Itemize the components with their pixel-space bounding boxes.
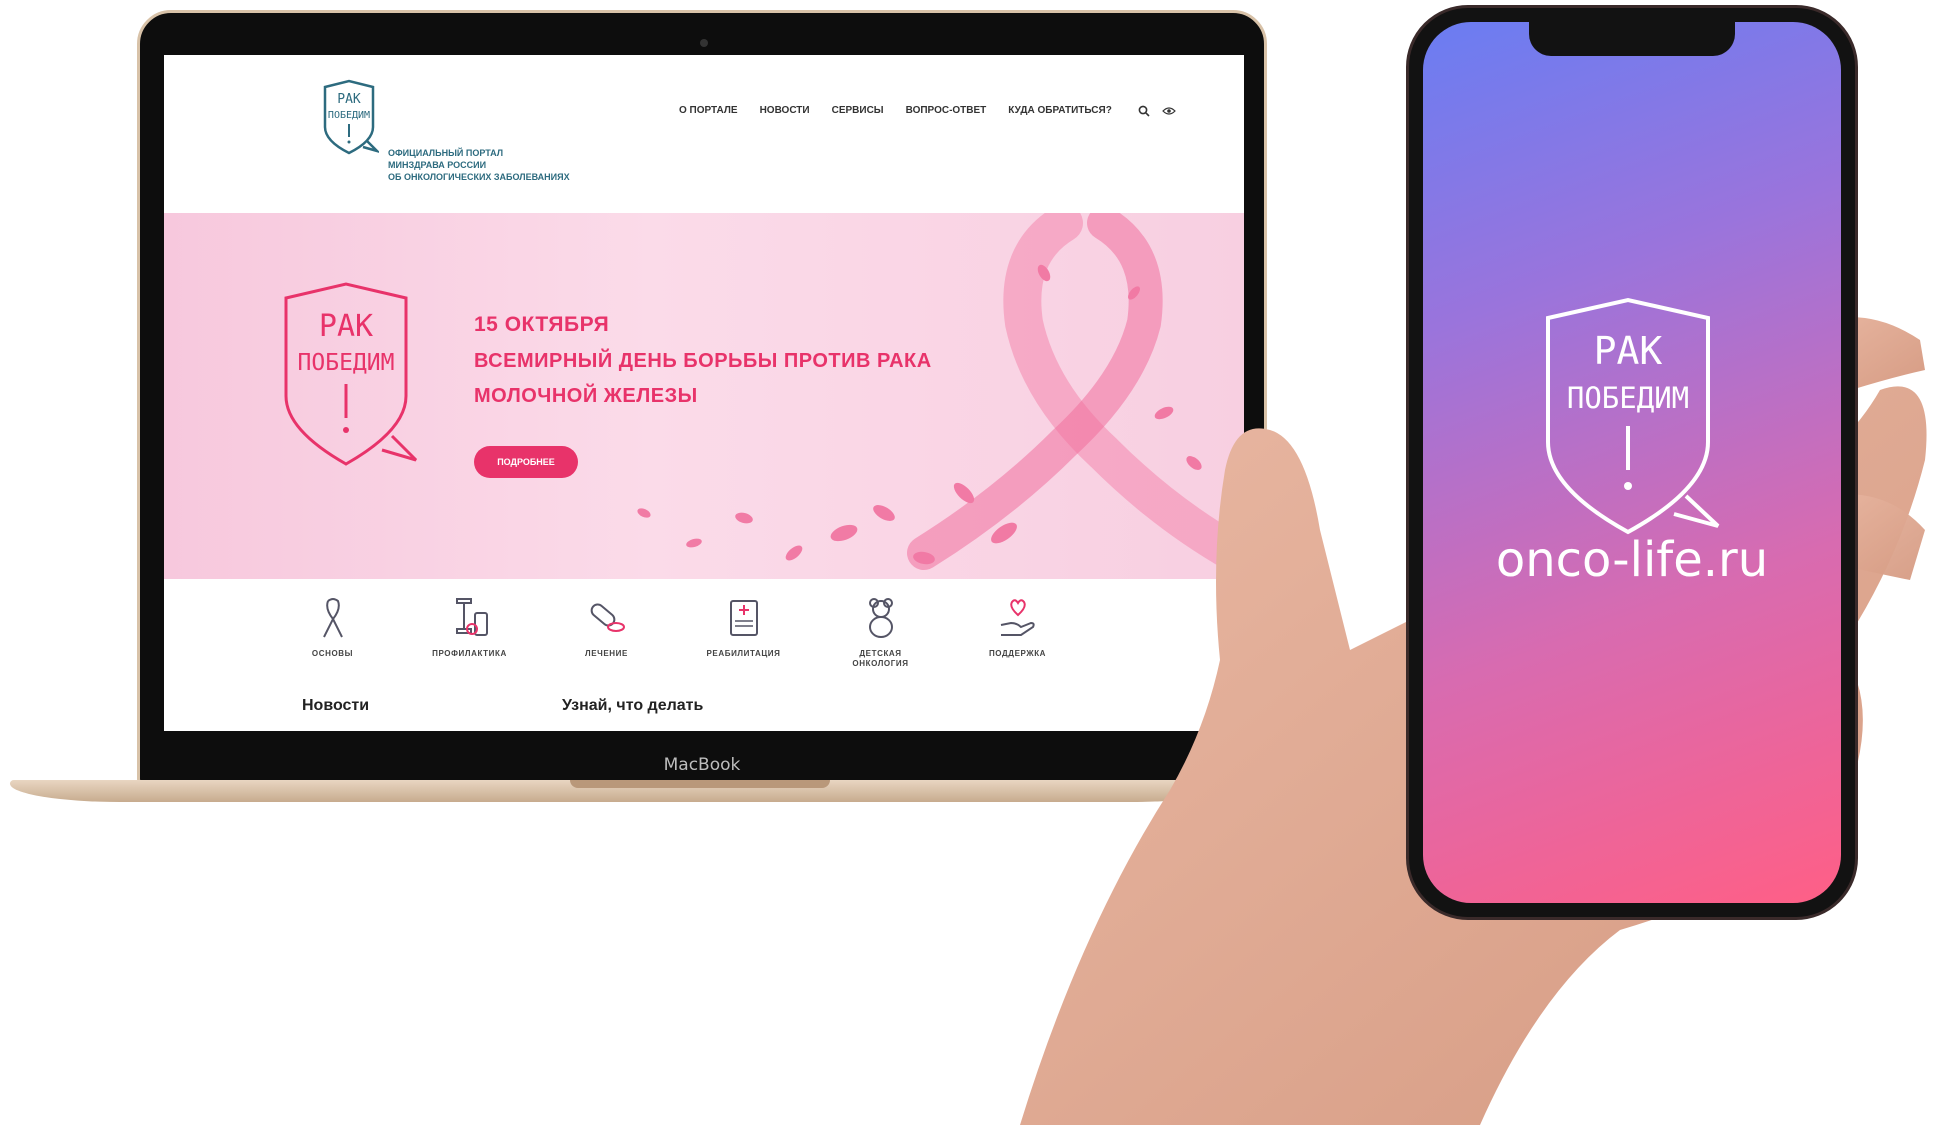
eye-icon[interactable] — [1162, 105, 1176, 117]
phone-logo: РАК ПОБЕДИМ — [1546, 297, 1720, 535]
category-label: ЛЕЧЕНИЕ — [585, 649, 628, 658]
category-pediatric-oncology[interactable]: ДЕТСКАЯ ОНКОЛОГИЯ — [812, 595, 949, 669]
category-label: ДЕТСКАЯ ОНКОЛОГИЯ — [852, 649, 909, 668]
dumbbell-icon — [455, 598, 488, 636]
nav-item-services[interactable]: СЕРВИСЫ — [832, 105, 884, 116]
hero-title-line2: МОЛОЧНОЙ ЖЕЛЕЗЫ — [474, 385, 698, 407]
ribbon-icon — [322, 598, 343, 638]
phone-notch — [1529, 22, 1735, 56]
laptop-base-notch — [570, 780, 830, 788]
phone: РАК ПОБЕДИМ onco-life.ru — [1406, 5, 1858, 920]
category-treatment[interactable]: ЛЕЧЕНИЕ — [538, 595, 675, 669]
teddy-bear-icon — [868, 598, 893, 638]
phone-screen: РАК ПОБЕДИМ onco-life.ru — [1423, 22, 1841, 903]
category-rehabilitation[interactable]: РЕАБИЛИТАЦИЯ — [675, 595, 812, 669]
tagline-line: ОФИЦИАЛЬНЫЙ ПОРТАЛ — [388, 148, 504, 158]
site-header: РАК ПОБЕДИМ ОФИЦИАЛЬНЫЙ ПОРТАЛ МИНЗДРАВА… — [164, 55, 1244, 213]
pill-icon — [590, 603, 625, 632]
nav-item-where-to-go[interactable]: КУДА ОБРАТИТЬСЯ? — [1008, 105, 1112, 116]
nav-item-about[interactable]: О ПОРТАЛЕ — [679, 105, 738, 116]
tagline-line: МИНЗДРАВА РОССИИ — [388, 160, 487, 170]
hero-logo: РАК ПОБЕДИМ — [284, 282, 418, 466]
nav-item-news[interactable]: НОВОСТИ — [760, 105, 810, 116]
tagline-line: ОБ ОНКОЛОГИЧЕСКИХ ЗАБОЛЕВАНИЯХ — [388, 172, 570, 182]
phone-logo-line1: РАК — [1594, 329, 1663, 373]
category-basics[interactable]: ОСНОВЫ — [264, 595, 401, 669]
phone-url-text: onco-life.ru — [1495, 532, 1769, 588]
learn-section-title: Узнай, что делать — [562, 697, 704, 714]
more-button[interactable]: ПОДРОБНЕЕ — [474, 446, 578, 478]
category-label: РЕАБИЛИТАЦИЯ — [706, 649, 781, 658]
site-logo-line1: РАК — [337, 92, 361, 107]
search-icon[interactable] — [1138, 105, 1150, 117]
laptop-camera — [700, 39, 708, 47]
category-label: ПРОФИЛАКТИКА — [432, 649, 507, 658]
hero-logo-line2: ПОБЕДИМ — [298, 350, 395, 376]
main-nav: О ПОРТАЛЕ НОВОСТИ СЕРВИСЫ ВОПРОС-ОТВЕТ К… — [679, 105, 1112, 116]
category-bar: ОСНОВЫ ПРОФИЛАКТИКА ЛЕЧЕНИЕ РЕАБИЛИТАЦИЯ… — [264, 595, 1086, 669]
hero-logo-line1: РАК — [319, 309, 373, 344]
hero-title-line1: ВСЕМИРНЫЙ ДЕНЬ БОРЬБЫ ПРОТИВ РАКА — [474, 350, 932, 372]
nav-item-faq[interactable]: ВОПРОС-ОТВЕТ — [906, 105, 987, 116]
phone-logo-line2: ПОБЕДИМ — [1567, 381, 1689, 415]
site-logo-line2: ПОБЕДИМ — [328, 110, 370, 121]
medical-document-icon — [729, 600, 758, 636]
site-tagline: ОФИЦИАЛЬНЫЙ ПОРТАЛ МИНЗДРАВА РОССИИ ОБ О… — [388, 147, 588, 183]
category-label: ОСНОВЫ — [311, 649, 354, 658]
site-logo[interactable]: РАК ПОБЕДИМ — [319, 79, 379, 157]
hero-date: 15 ОКТЯБРЯ — [474, 313, 610, 336]
news-section-title: Новости — [302, 697, 370, 714]
category-prevention[interactable]: ПРОФИЛАКТИКА — [401, 595, 538, 669]
